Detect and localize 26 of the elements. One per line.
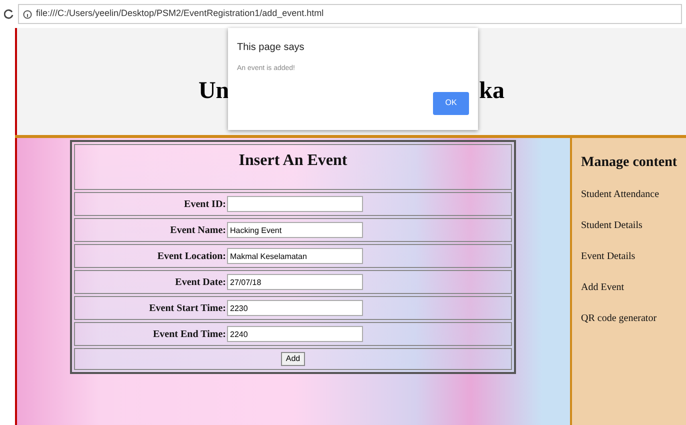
dialog-title: This page says xyxy=(237,41,306,55)
input-field[interactable]: 2230 xyxy=(227,300,363,316)
input-field[interactable]: Makmal Keselamatan xyxy=(227,248,363,264)
input-field[interactable]: Hacking Event xyxy=(227,222,363,238)
sidebar-link[interactable]: QR code generator xyxy=(581,311,686,342)
form-title: Insert An Event xyxy=(74,144,512,190)
reload-icon[interactable] xyxy=(4,9,14,19)
field-label: Event Name: xyxy=(169,224,227,238)
header-title: Un xyxy=(198,76,230,106)
sidebar-link[interactable]: Add Event xyxy=(581,280,686,311)
field-label: Event Date: xyxy=(174,276,227,290)
field-label: Event Start Time: xyxy=(148,302,227,316)
field-label: Event End Time: xyxy=(152,328,227,342)
sidebar-link[interactable]: Student Attendance xyxy=(581,187,686,218)
header-title: ka xyxy=(479,76,505,106)
input-field[interactable]: 27/07/18 xyxy=(227,274,363,290)
sidebar-link[interactable]: Student Details xyxy=(581,218,686,249)
sidebar-link[interactable]: Event Details xyxy=(581,249,686,280)
info-icon xyxy=(23,10,32,18)
input-field[interactable] xyxy=(227,196,363,212)
field-label: Event Location: xyxy=(156,250,227,264)
sidebar-title: Manage content xyxy=(581,154,678,172)
add-button[interactable]: Add xyxy=(280,352,306,366)
address-bar[interactable]: file:///C:/Users/yeelin/Desktop/PSM2/EventRegistration1/add_event.html xyxy=(18,4,682,24)
field-label: Event ID: xyxy=(183,198,227,212)
input-field[interactable]: 2240 xyxy=(227,326,363,342)
